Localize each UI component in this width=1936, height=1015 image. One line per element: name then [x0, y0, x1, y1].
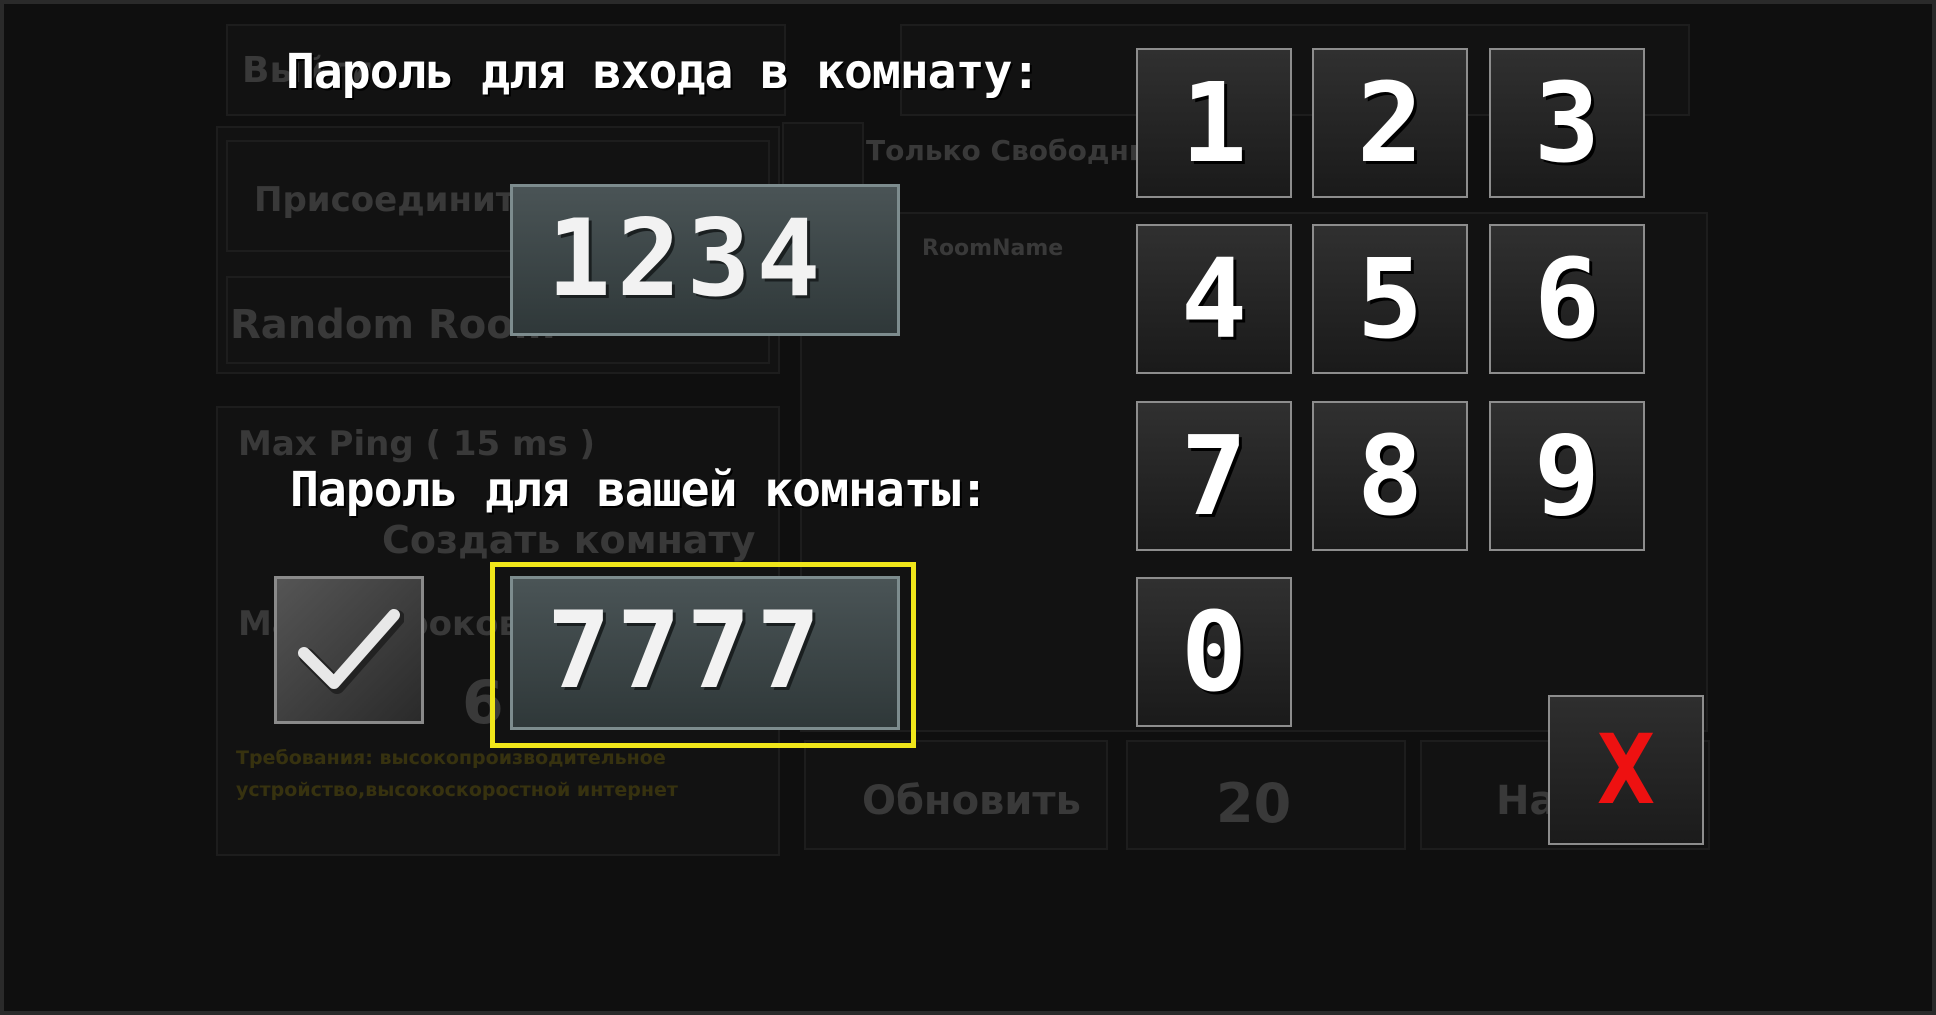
join-password-field[interactable]: 1234: [510, 184, 900, 336]
room-name-header: RoomName: [922, 236, 1064, 261]
own-password-field[interactable]: 7777: [510, 576, 900, 730]
checkmark-icon: [298, 609, 404, 694]
refresh-button: Обновить: [804, 740, 1108, 850]
close-button[interactable]: X: [1548, 695, 1704, 845]
key-4[interactable]: 4: [1136, 224, 1292, 374]
key-0[interactable]: 0: [1136, 577, 1292, 727]
key-3[interactable]: 3: [1489, 48, 1645, 198]
key-5[interactable]: 5: [1312, 224, 1468, 374]
key-6[interactable]: 6: [1489, 224, 1645, 374]
only-free-label: Только Свободные: [866, 134, 1174, 167]
key-8[interactable]: 8: [1312, 401, 1468, 551]
key-1[interactable]: 1: [1136, 48, 1292, 198]
own-password-checkbox[interactable]: [274, 576, 424, 724]
own-password-label: Пароль для вашей комнаты:: [290, 462, 988, 518]
key-7[interactable]: 7: [1136, 401, 1292, 551]
page-count: 20: [1126, 740, 1406, 850]
join-password-label: Пароль для входа в комнату:: [286, 44, 1040, 100]
key-9[interactable]: 9: [1489, 401, 1645, 551]
key-2[interactable]: 2: [1312, 48, 1468, 198]
